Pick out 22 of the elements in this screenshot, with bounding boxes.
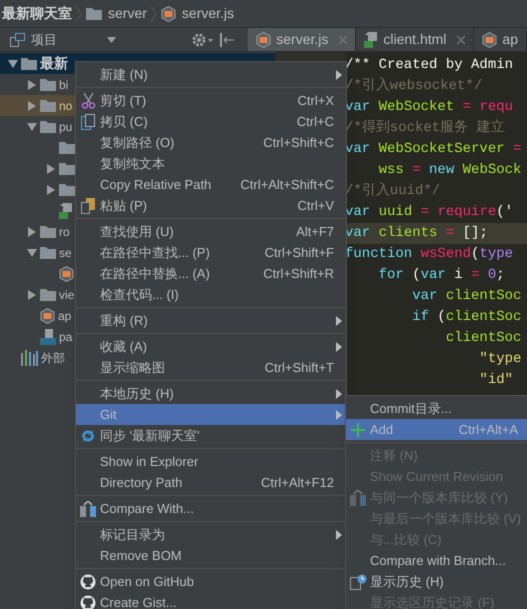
code-line: /*得到socket服务 建立 — [345, 118, 506, 138]
code-line: "id" — [478, 371, 514, 390]
tree-label: ap — [58, 308, 72, 324]
code-line: "type — [478, 350, 522, 369]
code-line: if (clientSoc — [411, 308, 522, 327]
code-line: clientSoc — [444, 329, 522, 348]
code-line: function wsSend(type — [345, 245, 514, 264]
code-line: wss = new WebSock — [378, 161, 522, 180]
code-line: /** Created by Admin — [345, 56, 514, 75]
tree-label: vie — [59, 286, 74, 304]
code-line: for (var i = 0; — [378, 266, 506, 285]
code-line: /*引入uuid*/ — [345, 182, 442, 201]
tree-label: bi — [59, 76, 68, 94]
tree-label: se — [59, 244, 72, 262]
tree-label: 外部 — [41, 350, 65, 366]
code-line: var clientSoc — [411, 287, 522, 306]
tree-label: pu — [59, 118, 72, 136]
code-line: /*引入websocket*/ — [345, 76, 484, 96]
tree-label: pa — [59, 328, 72, 346]
tree-label: ro — [59, 224, 70, 240]
tree-label: 最新 — [40, 54, 68, 73]
tree-label: no — [59, 98, 72, 114]
